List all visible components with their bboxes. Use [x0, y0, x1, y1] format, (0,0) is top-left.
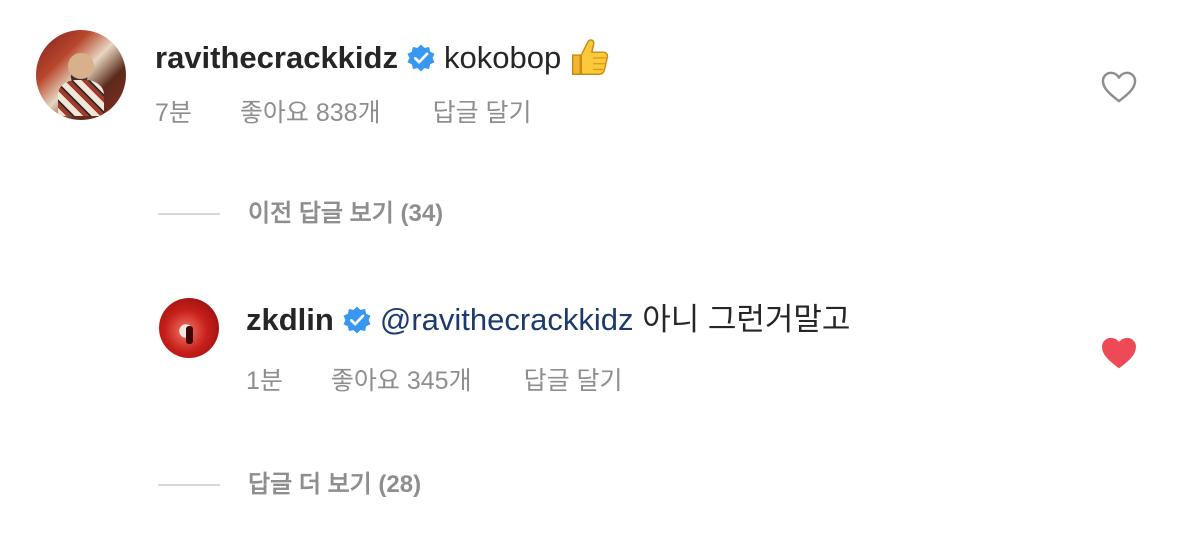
comment-body: ravithecrackkidz kokobop — [155, 34, 611, 86]
comment-text: kokobop — [443, 40, 562, 76]
comment-mention-link[interactable]: @ravithecrackkidz — [380, 302, 634, 337]
comment-time: 7분 — [155, 99, 192, 127]
heart-filled-icon[interactable] — [1100, 336, 1138, 370]
view-previous-replies-button[interactable]: 이전 답글 보기 (34) — [248, 199, 443, 229]
comment-username[interactable]: ravithecrackkidz — [155, 40, 398, 75]
comment-likes[interactable]: 좋아요 838개 — [240, 98, 381, 128]
comment-meta: 1분 좋아요 345개 답글 달기 — [246, 366, 623, 396]
reply-button[interactable]: 답글 달기 — [524, 366, 623, 396]
avatar[interactable] — [36, 30, 126, 120]
thread-divider — [158, 213, 220, 215]
comment-text: 아니 그런거말고 — [642, 302, 851, 337]
comment-likes[interactable]: 좋아요 345개 — [331, 366, 472, 396]
heart-outline-icon[interactable] — [1100, 70, 1138, 104]
verified-badge-icon — [407, 44, 435, 72]
comment-meta: 7분 좋아요 838개 답글 달기 — [155, 98, 532, 128]
avatar[interactable] — [159, 298, 219, 358]
verified-badge-icon — [343, 306, 371, 334]
thread-divider — [158, 484, 220, 486]
reply-button[interactable]: 답글 달기 — [433, 98, 532, 128]
thumbs-up-icon — [572, 39, 609, 75]
comment-time: 1분 — [246, 367, 283, 395]
comment-username[interactable]: zkdlin — [246, 302, 334, 337]
view-more-replies-button[interactable]: 답글 더 보기 (28) — [248, 470, 421, 500]
comment-body: zkdlin @ravithecrackkidz 아니 그런거말고 — [246, 300, 850, 340]
